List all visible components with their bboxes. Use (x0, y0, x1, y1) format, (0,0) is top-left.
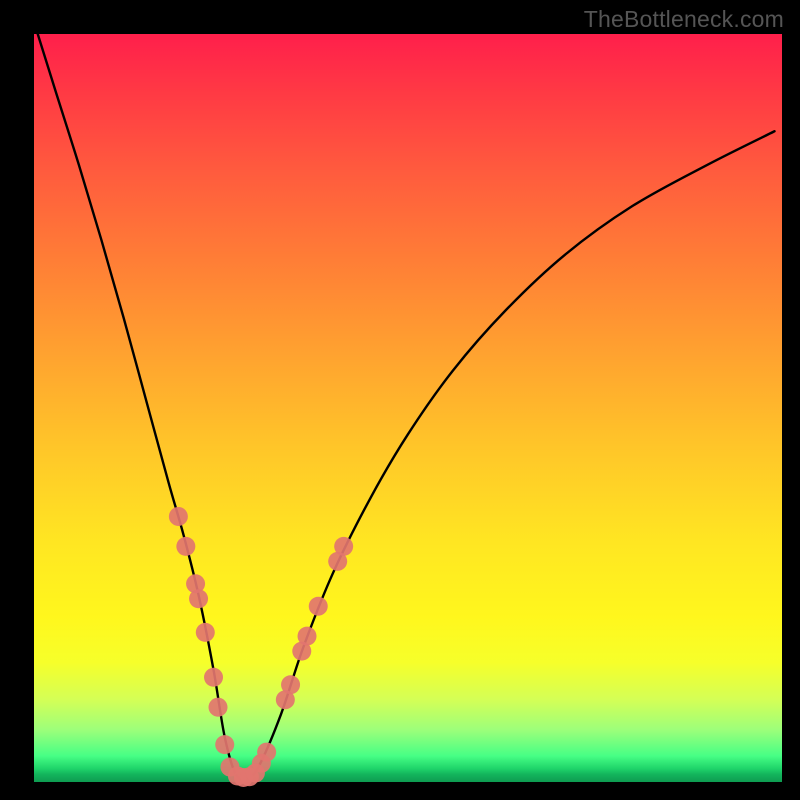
chart-svg (34, 34, 782, 782)
curve-marker (334, 537, 353, 556)
curve-marker (169, 507, 188, 526)
plot-area (34, 34, 782, 782)
curve-marker (215, 735, 234, 754)
chart-container: TheBottleneck.com (0, 0, 800, 800)
marker-group (169, 507, 353, 787)
curve-marker (257, 743, 276, 762)
curve-marker (176, 537, 195, 556)
curve-marker (309, 597, 328, 616)
curve-marker (281, 675, 300, 694)
curve-marker (209, 698, 228, 717)
curve-marker (189, 589, 208, 608)
watermark-text: TheBottleneck.com (584, 6, 784, 33)
curve-marker (204, 668, 223, 687)
curve-marker (196, 623, 215, 642)
bottleneck-curve (38, 34, 775, 779)
curve-marker (298, 627, 317, 646)
